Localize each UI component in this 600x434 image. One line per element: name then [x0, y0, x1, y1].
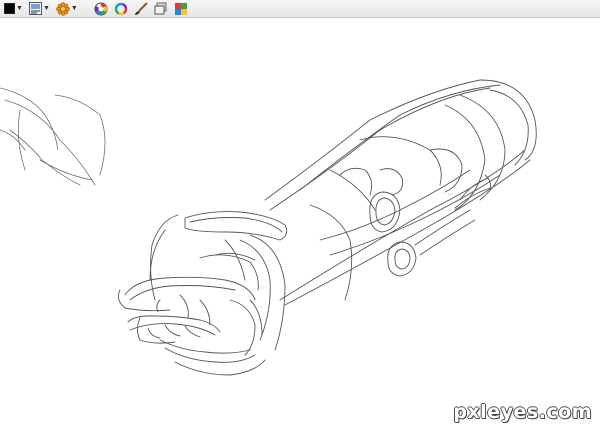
gear-flower-icon: [56, 1, 70, 16]
black-square-icon: [4, 3, 15, 14]
palette-icon: [174, 2, 187, 15]
layers-icon: [154, 2, 167, 14]
watermark: pxleyes.com: [453, 401, 592, 423]
brush-preset-button[interactable]: ▼: [28, 1, 50, 17]
chevron-down-icon: ▼: [42, 5, 50, 12]
hue-ring-icon: [114, 2, 128, 15]
toolbar: ▼ ▼ ▼: [0, 0, 600, 18]
arm-sketch: [0, 79, 537, 376]
color-swatch-button[interactable]: ▼: [4, 1, 23, 17]
color-picker-button[interactable]: [94, 1, 108, 17]
paintbrush-icon: [134, 1, 148, 15]
palette-button[interactable]: [174, 1, 188, 17]
brush-shape-button[interactable]: ▼: [56, 1, 78, 17]
chevron-down-icon: ▼: [70, 5, 78, 12]
paintbrush-button[interactable]: [134, 1, 148, 17]
chevron-down-icon: ▼: [16, 5, 23, 12]
layers-button[interactable]: [154, 1, 168, 17]
color-wheel-icon: [94, 2, 108, 15]
brush-preset-icon: [28, 2, 42, 15]
hue-ring-button[interactable]: [114, 1, 128, 17]
drawing-canvas[interactable]: [0, 19, 600, 429]
